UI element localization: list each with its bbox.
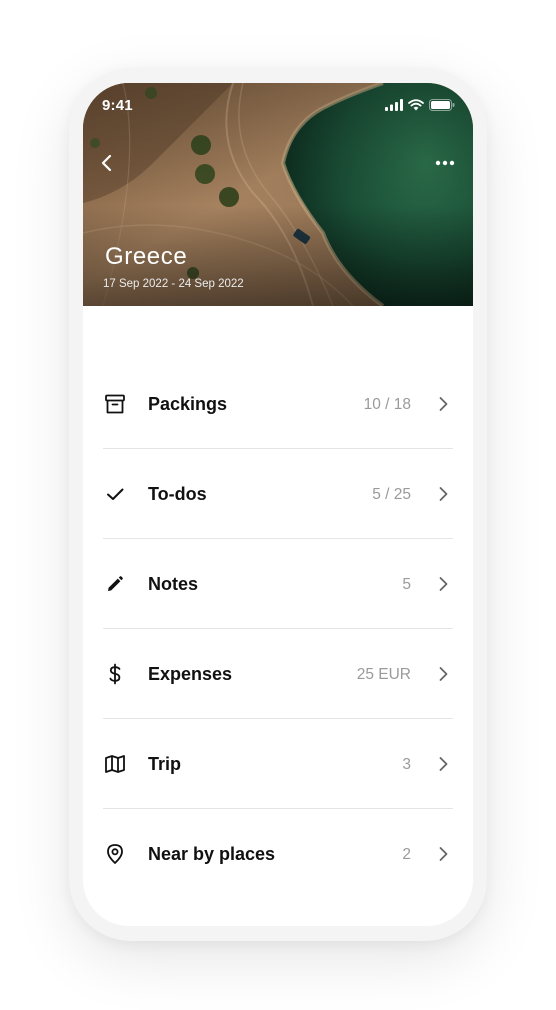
chevron-right-icon [439, 577, 448, 591]
menu-item-label: Notes [148, 574, 199, 594]
chevron-right-icon [439, 487, 448, 501]
chevron-right-icon [439, 757, 448, 771]
phone-screen: 9:41 Greece 17 Sep 2022 - 24 Sep 2022 Pa… [83, 83, 473, 926]
trip-dates: 17 Sep 2022 - 24 Sep 2022 [103, 278, 244, 290]
status-time: 9:41 [102, 97, 133, 114]
chevron-right-icon [439, 397, 448, 411]
more-horizontal-icon [435, 160, 455, 166]
back-button[interactable] [95, 151, 119, 175]
status-bar: 9:41 [83, 83, 473, 127]
menu-item-count: 3 [402, 756, 411, 773]
chevron-right-icon [439, 847, 448, 861]
trip-title: Greece [105, 243, 188, 270]
archive-box-icon [103, 392, 127, 416]
location-pin-icon [103, 842, 127, 866]
pencil-icon [103, 572, 127, 596]
menu-item-count: 5 / 25 [372, 486, 411, 503]
menu-item-packings[interactable]: Packings 10 / 18 [103, 359, 453, 449]
signal-icon [385, 99, 403, 111]
more-options-button[interactable] [433, 151, 457, 175]
menu-item-count: 2 [402, 846, 411, 863]
menu-item-label: Near by places [148, 844, 276, 864]
trip-menu-list: Packings 10 / 18 To-dos 5 / 25 Notes 5 E… [103, 359, 453, 899]
menu-item-count: 25 EUR [356, 666, 411, 683]
trip-header-image: 9:41 Greece 17 Sep 2022 - 24 Sep 2022 [83, 83, 473, 306]
menu-item-count: 5 [402, 576, 411, 593]
menu-item-todos[interactable]: To-dos 5 / 25 [103, 449, 453, 539]
wifi-icon [408, 99, 424, 111]
chevron-right-icon [439, 667, 448, 681]
menu-item-notes[interactable]: Notes 5 [103, 539, 453, 629]
menu-item-label: To-dos [148, 484, 207, 504]
menu-item-label: Expenses [148, 664, 233, 684]
check-icon [103, 482, 127, 506]
menu-item-label: Packings [148, 394, 228, 414]
menu-item-trip[interactable]: Trip 3 [103, 719, 453, 809]
map-icon [103, 752, 127, 776]
menu-item-label: Trip [148, 754, 182, 774]
status-icons [385, 99, 455, 111]
dollar-icon [103, 662, 127, 686]
menu-item-expenses[interactable]: Expenses 25 EUR [103, 629, 453, 719]
battery-icon [429, 99, 455, 111]
menu-item-count: 10 / 18 [363, 396, 411, 413]
chevron-left-icon [101, 154, 112, 172]
menu-item-near-by-places[interactable]: Near by places 2 [103, 809, 453, 899]
